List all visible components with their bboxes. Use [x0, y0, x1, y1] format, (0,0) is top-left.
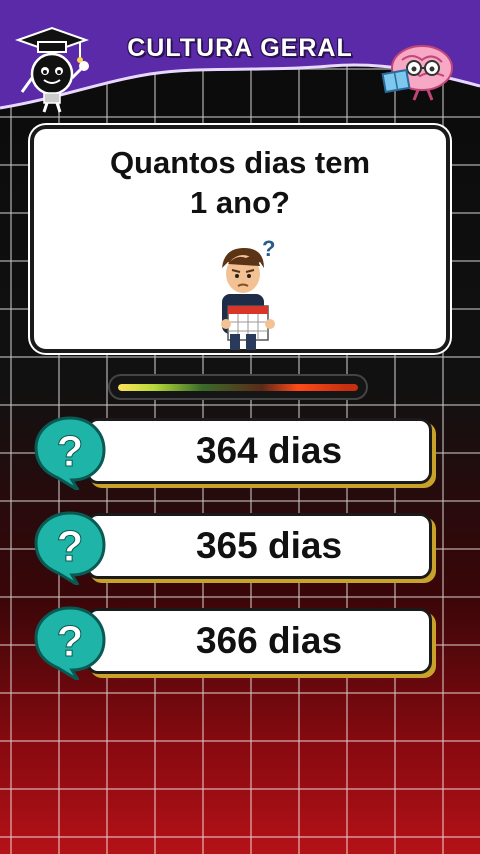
svg-text:?: ? [57, 522, 84, 571]
answer-option-2[interactable]: 365 dias ? [34, 509, 436, 587]
svg-text:?: ? [262, 236, 275, 261]
question-line-2: 1 ano? [190, 185, 290, 220]
answer-option-3[interactable]: 366 dias ? [34, 604, 436, 682]
svg-text:?: ? [57, 427, 84, 476]
countdown-timer-bar [108, 374, 368, 400]
answer-option-label[interactable]: 366 dias [86, 608, 432, 674]
question-card: Quantos dias tem 1 ano? ? [30, 125, 450, 353]
question-bubble-icon: ? [34, 604, 108, 685]
question-text: Quantos dias tem 1 ano? [34, 143, 446, 223]
boy-with-calendar-icon: ? [212, 234, 282, 357]
question-bubble-icon: ? [34, 414, 108, 495]
question-line-1: Quantos dias tem [109, 145, 371, 180]
question-bubble-icon: ? [34, 509, 108, 590]
header-banner: CULTURA GERAL [0, 0, 480, 118]
answer-option-label[interactable]: 365 dias [86, 513, 432, 579]
answer-option-label[interactable]: 364 dias [86, 418, 432, 484]
answer-option-1[interactable]: 364 dias ? [34, 414, 436, 492]
svg-text:?: ? [57, 617, 84, 666]
timer-fill [118, 384, 358, 391]
timer-track [118, 384, 358, 391]
